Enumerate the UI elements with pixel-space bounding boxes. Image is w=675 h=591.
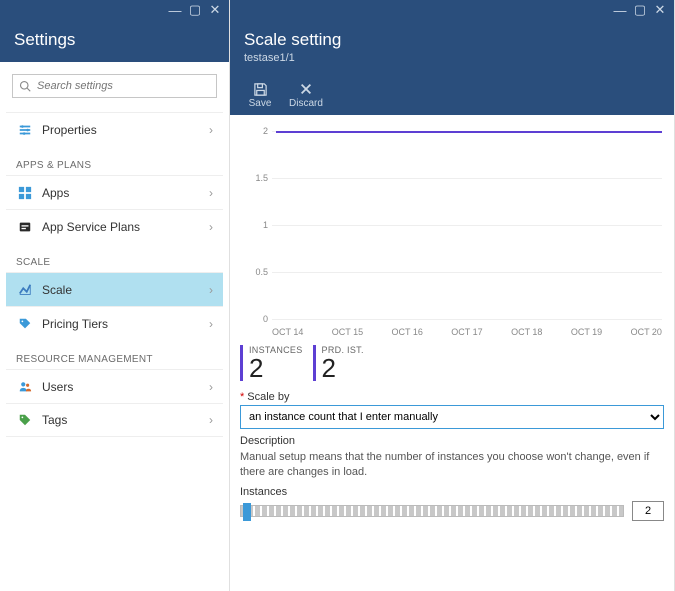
instances-slider-label: Instances bbox=[240, 486, 664, 498]
chart-x-axis: OCT 14 OCT 15 OCT 16 OCT 17 OCT 18 OCT 19 OCT … bbox=[272, 327, 662, 337]
chart-x-tick: OCT 18 bbox=[511, 327, 542, 337]
pricing-icon bbox=[16, 315, 34, 333]
command-bar: Save Discard bbox=[230, 76, 674, 115]
required-asterisk: * bbox=[240, 391, 244, 403]
search-input[interactable] bbox=[37, 80, 210, 92]
search-icon bbox=[19, 80, 31, 92]
discard-label: Discard bbox=[289, 98, 323, 109]
metric-instances: INSTANCES 2 bbox=[240, 345, 303, 381]
nav-scale-label: Scale bbox=[42, 283, 209, 297]
nav-users[interactable]: Users › bbox=[6, 369, 223, 403]
chart-y-tick: 1.5 bbox=[240, 173, 268, 183]
chart-x-tick: OCT 14 bbox=[272, 327, 303, 337]
scale-setting-blade: — ▢ ✕ Scale setting testase1/1 Save Disc… bbox=[230, 0, 675, 591]
scale-header: Scale setting testase1/1 bbox=[230, 20, 674, 76]
description-label: Description bbox=[240, 435, 664, 447]
slider-thumb[interactable] bbox=[243, 503, 251, 521]
chart-x-tick: OCT 20 bbox=[631, 327, 662, 337]
chart-y-tick: 0.5 bbox=[240, 267, 268, 277]
chevron-right-icon: › bbox=[209, 380, 213, 394]
instances-slider-row bbox=[240, 501, 664, 521]
metric-row: INSTANCES 2 PRD. IST. 2 bbox=[240, 345, 664, 381]
chart-x-tick: OCT 19 bbox=[571, 327, 602, 337]
instances-slider[interactable] bbox=[240, 505, 624, 517]
grid-icon bbox=[16, 184, 34, 202]
users-icon bbox=[16, 378, 34, 396]
settings-title: Settings bbox=[14, 30, 215, 50]
chevron-right-icon: › bbox=[209, 186, 213, 200]
maximize-icon[interactable]: ▢ bbox=[185, 1, 205, 19]
chart-series-line bbox=[276, 131, 662, 133]
chart-y-tick: 0 bbox=[240, 314, 268, 324]
chart-y-tick: 2 bbox=[240, 126, 268, 136]
save-icon bbox=[253, 80, 268, 98]
instances-chart: 0 0.5 1 1.5 2 bbox=[240, 125, 664, 325]
sliders-icon bbox=[16, 121, 34, 139]
settings-blade: — ▢ ✕ Settings Properties › APPS & PLANS… bbox=[0, 0, 230, 591]
titlebar-right: — ▢ ✕ bbox=[230, 0, 674, 20]
section-apps-plans: APPS & PLANS bbox=[6, 154, 223, 175]
metric-instances-value: 2 bbox=[249, 355, 303, 381]
nav-properties[interactable]: Properties › bbox=[6, 112, 223, 146]
section-scale: SCALE bbox=[6, 251, 223, 272]
nav-properties-label: Properties bbox=[42, 123, 209, 137]
nav-scale[interactable]: Scale › bbox=[6, 272, 223, 306]
plan-icon bbox=[16, 218, 34, 236]
nav-apps[interactable]: Apps › bbox=[6, 175, 223, 209]
chevron-right-icon: › bbox=[209, 283, 213, 297]
titlebar-left: — ▢ ✕ bbox=[0, 0, 229, 20]
description-text: Manual setup means that the number of in… bbox=[240, 450, 664, 480]
chevron-right-icon: › bbox=[209, 317, 213, 331]
settings-header: Settings bbox=[0, 20, 229, 62]
chart-gridline bbox=[272, 319, 662, 320]
chart-y-tick: 1 bbox=[240, 220, 268, 230]
instances-input[interactable] bbox=[632, 501, 664, 521]
scale-by-label: *Scale by bbox=[240, 391, 664, 403]
scale-icon bbox=[16, 281, 34, 299]
scale-body: 0 0.5 1 1.5 2 OCT 14 OCT 15 OCT 16 OCT 17 OCT 18… bbox=[230, 115, 674, 531]
metric-prdist: PRD. IST. 2 bbox=[313, 345, 364, 381]
maximize-icon[interactable]: ▢ bbox=[630, 1, 650, 19]
tags-icon bbox=[16, 411, 34, 429]
close-icon[interactable]: ✕ bbox=[205, 1, 225, 19]
save-button[interactable]: Save bbox=[238, 80, 282, 109]
discard-button[interactable]: Discard bbox=[284, 80, 328, 109]
nav-users-label: Users bbox=[42, 380, 209, 394]
scale-subtitle: testase1/1 bbox=[244, 52, 660, 64]
section-resource-management: RESOURCE MANAGEMENT bbox=[6, 348, 223, 369]
nav-pricing-tiers[interactable]: Pricing Tiers › bbox=[6, 306, 223, 340]
scale-title: Scale setting bbox=[244, 30, 660, 50]
minimize-icon[interactable]: — bbox=[165, 1, 185, 19]
nav-app-service-plans[interactable]: App Service Plans › bbox=[6, 209, 223, 243]
save-label: Save bbox=[249, 98, 272, 109]
nav-tags-label: Tags bbox=[42, 413, 209, 427]
chart-x-tick: OCT 15 bbox=[332, 327, 363, 337]
nav-apps-label: Apps bbox=[42, 186, 209, 200]
chevron-right-icon: › bbox=[209, 123, 213, 137]
settings-body: Properties › APPS & PLANS Apps › App Ser… bbox=[0, 62, 229, 437]
chart-gridline bbox=[272, 225, 662, 226]
chart-x-tick: OCT 17 bbox=[451, 327, 482, 337]
chart-gridline bbox=[272, 178, 662, 179]
discard-icon bbox=[299, 80, 313, 98]
nav-pricing-label: Pricing Tiers bbox=[42, 317, 209, 331]
nav-plans-label: App Service Plans bbox=[42, 220, 209, 234]
minimize-icon[interactable]: — bbox=[610, 1, 630, 19]
chevron-right-icon: › bbox=[209, 413, 213, 427]
chart-gridline bbox=[272, 272, 662, 273]
search-box[interactable] bbox=[12, 74, 217, 98]
metric-prdist-value: 2 bbox=[322, 355, 364, 381]
nav-tags[interactable]: Tags › bbox=[6, 403, 223, 437]
scale-by-select[interactable]: an instance count that I enter manually bbox=[240, 405, 664, 429]
chevron-right-icon: › bbox=[209, 220, 213, 234]
close-icon[interactable]: ✕ bbox=[650, 1, 670, 19]
chart-x-tick: OCT 16 bbox=[392, 327, 423, 337]
